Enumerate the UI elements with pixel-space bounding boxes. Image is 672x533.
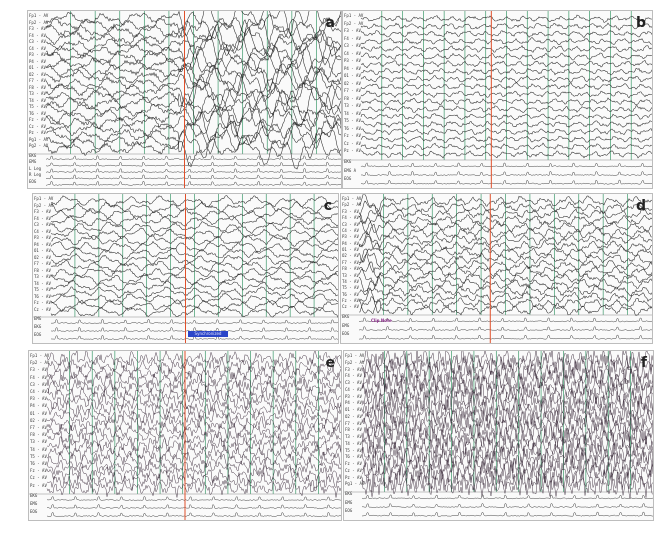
aux-channel-label: EKG xyxy=(344,159,352,164)
eeg-trace xyxy=(46,464,341,485)
channel-labels-b: Fp1 - AV Fp2 - AV F3 - AV F4 - AV C3 - AV C4 … xyxy=(344,14,363,181)
panel-letter-a: a xyxy=(325,15,335,31)
aux-channel-label: EOG xyxy=(34,332,42,337)
aux-channel-label: EOG xyxy=(29,178,37,184)
aux-trace xyxy=(358,334,652,340)
eeg-panel-e: Fp1 - AV Fp2 - AV F3 - AV F4 - AV C3 - AV C4 … xyxy=(28,350,342,521)
eeg-trace xyxy=(361,468,653,492)
aux-channel-label: EMG xyxy=(345,499,353,505)
eeg-panel-f: Fp1 - AV Fp2 - AV F3 - AV F4 - AV C3 - AV C4 … xyxy=(343,350,654,521)
aux-trace xyxy=(45,180,341,186)
aux-trace xyxy=(360,162,652,168)
panel-letter-c: c xyxy=(323,198,332,214)
eeg-traces-b xyxy=(343,11,652,188)
panel-letter-b: b xyxy=(635,15,646,31)
channel-labels-e: Fp1 - AV Fp2 - AV F3 - AV F4 - AV C3 - AV C4 … xyxy=(30,353,49,513)
panel-letter-e: e xyxy=(325,355,336,371)
eeg-traces-e xyxy=(29,351,341,520)
aux-channel-label: EOG xyxy=(345,508,353,514)
channel-label: Cz - AV xyxy=(34,306,51,312)
eeg-panel-d: Fp1 - AV Fp2 - AV F3 - AV F4 - AV C3 - AV C4 … xyxy=(340,193,653,344)
eeg-trace xyxy=(46,351,341,367)
aux-trace xyxy=(358,326,652,331)
eeg-trace xyxy=(46,427,341,448)
clip-note-annotation: Clip Note xyxy=(371,318,392,323)
eeg-panel-c: Fp1 - AV Fp2 - AV F3 - AV F4 - AV C3 - AV C4 … xyxy=(32,193,339,344)
aux-channel-label: EMG A xyxy=(344,167,357,173)
aux-channel-label: EOG xyxy=(342,331,350,337)
aux-trace xyxy=(360,179,652,185)
eeg-panel-a: Fp1 - AV Fp2 - AV F3 - AV F4 - AV C3 - AV C4 … xyxy=(27,10,342,189)
eeg-traces-a xyxy=(28,11,341,188)
eeg-trace xyxy=(46,414,341,432)
panel-letter-f: f xyxy=(640,355,647,371)
aux-trace xyxy=(50,319,338,325)
aux-channel-label: EMG xyxy=(342,322,350,328)
channel-labels-d: Fp1 - AV Fp2 - AV F3 - AV F4 - AV C3 - AV C4 … xyxy=(342,196,361,336)
eeg-traces-f xyxy=(344,351,653,517)
aux-channel-label: EKG xyxy=(345,491,353,496)
channel-labels-a: Fp1 - AV Fp2 - AV F3 - AV F4 - AV C3 - AV C4 … xyxy=(29,14,49,183)
aux-trace xyxy=(45,155,341,161)
aux-trace xyxy=(360,171,652,176)
aux-channel-label: EOG xyxy=(344,176,352,182)
aux-trace xyxy=(46,512,341,517)
aux-trace xyxy=(358,317,652,323)
aux-trace xyxy=(46,496,341,502)
aux-trace xyxy=(361,511,653,517)
channel-label: Pz - AV xyxy=(344,148,361,154)
channel-label: Pg2 - AV xyxy=(29,143,49,149)
synchronized-annotation: Synchronized xyxy=(188,331,228,337)
channel-label: Cz - AV xyxy=(342,304,359,310)
aux-channel-label: EOG xyxy=(30,509,38,514)
eeg-panel-b: Fp1 - AV Fp2 - AV F3 - AV F4 - AV C3 - AV C4 … xyxy=(342,10,653,189)
eeg-trace xyxy=(361,393,653,419)
aux-trace xyxy=(45,174,341,180)
channel-label: Pz - AV xyxy=(30,482,47,488)
channel-labels-f: Fp1 - AV Fp2 - AV F3 - AV F4 - AV C3 - AV C4 … xyxy=(345,354,365,513)
eeg-traces-c xyxy=(33,194,338,343)
aux-trace xyxy=(361,502,653,508)
aux-trace xyxy=(361,494,653,500)
aux-trace xyxy=(46,503,341,509)
channel-labels-c: Fp1 - AV Fp2 - AV F3 - AV F4 - AV C3 - AV C4 … xyxy=(34,197,53,337)
aux-channel-label: EMG xyxy=(34,316,42,321)
eeg-trace xyxy=(46,393,341,412)
channel-label: Pg1 - AV xyxy=(345,481,365,487)
eeg-trace xyxy=(46,480,341,498)
aux-channel-label: EKG xyxy=(34,324,42,329)
aux-channel-label: EKG xyxy=(342,314,350,319)
aux-trace xyxy=(45,161,341,167)
panel-letter-d: d xyxy=(635,198,646,214)
